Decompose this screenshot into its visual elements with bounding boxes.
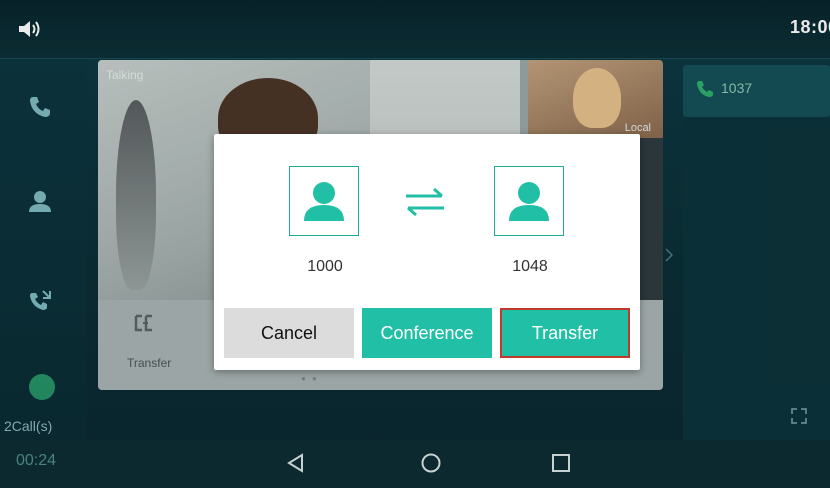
cancel-button[interactable]: Cancel [224,308,354,358]
swap-arrows-icon [406,187,444,217]
target-number: 1048 [512,258,548,275]
caller-number: 1000 [307,258,343,275]
phone-screen: 18:00 2Call(s) Talking Local [0,0,830,488]
caller-avatar [289,166,359,236]
target-avatar [494,166,564,236]
transfer-dialog: 1000 1048 Cancel Conference Transfer [214,134,640,370]
contact-icon [509,182,549,221]
contact-icon [304,182,344,221]
conference-button[interactable]: Conference [362,308,492,358]
transfer-button[interactable]: Transfer [500,308,630,358]
